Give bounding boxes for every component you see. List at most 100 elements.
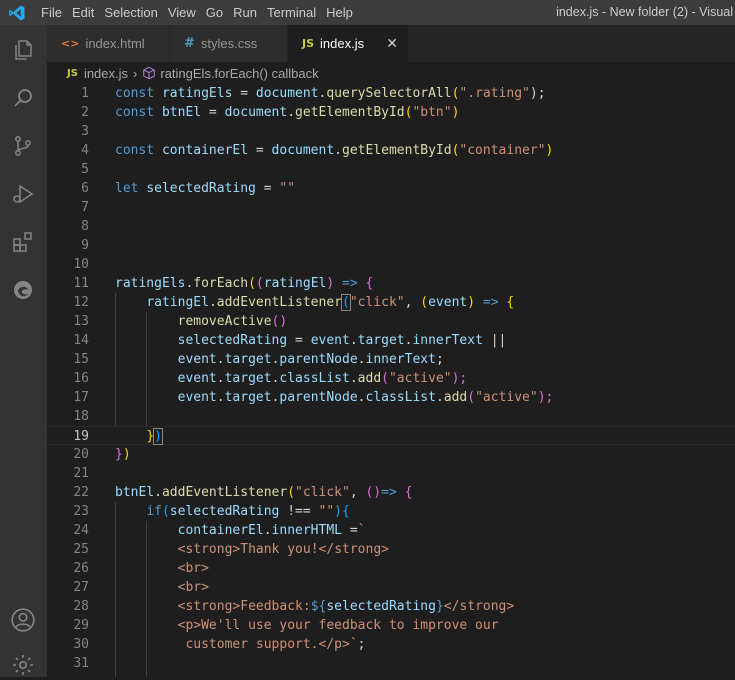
- html-file-icon: <>: [61, 37, 80, 50]
- code-line[interactable]: 7: [47, 198, 735, 217]
- line-number: 6: [81, 181, 89, 196]
- code-line[interactable]: 16 event.target.classList.add("active");: [47, 369, 735, 388]
- code-line[interactable]: 13 removeActive(): [47, 312, 735, 331]
- code-line[interactable]: 20}): [47, 445, 735, 464]
- tab-styles-css[interactable]: # styles.css: [170, 25, 288, 62]
- code-line[interactable]: 25 <strong>Thank you!</strong>: [47, 540, 735, 559]
- menu-edit[interactable]: Edit: [67, 5, 99, 20]
- title-bar: File Edit Selection View Go Run Terminal…: [0, 0, 735, 25]
- code-text: event.target.parentNode.innerText;: [177, 352, 444, 367]
- code-line[interactable]: 4 const containerEl = document.getElement…: [47, 141, 735, 160]
- line-number: 7: [81, 200, 89, 215]
- code-line[interactable]: 24 containerEl.innerHTML =`: [47, 521, 735, 540]
- explorer-icon[interactable]: [8, 35, 38, 65]
- menu-terminal[interactable]: Terminal: [262, 5, 321, 20]
- code-text: <strong>Thank you!</strong>: [177, 542, 389, 557]
- line-number: 17: [73, 390, 89, 405]
- code-text: const ratingEls = document.querySelector…: [115, 86, 546, 101]
- code-line[interactable]: 9: [47, 236, 735, 255]
- line-number: 13: [73, 314, 89, 329]
- code-editor[interactable]: 1 const ratingEls = document.querySelecto…: [47, 84, 735, 677]
- line-number: 4: [81, 143, 89, 158]
- line-number: 14: [73, 333, 89, 348]
- line-number: 22: [73, 485, 89, 500]
- code-text: <strong>Feedback:${selectedRating}</stro…: [177, 599, 515, 614]
- search-icon[interactable]: [8, 83, 38, 113]
- line-number: 28: [73, 599, 89, 614]
- line-number: 3: [81, 124, 89, 139]
- editor-tabs: <> index.html # styles.css JS index.js ✕: [47, 25, 735, 62]
- code-text: <p>We'll use your feedback to improve ou…: [177, 618, 499, 633]
- code-line[interactable]: 5: [47, 160, 735, 179]
- tab-index-html[interactable]: <> index.html: [47, 25, 170, 62]
- menu-run[interactable]: Run: [228, 5, 262, 20]
- tab-index-js[interactable]: JS index.js ✕: [288, 25, 409, 62]
- code-line[interactable]: 28 <strong>Feedback:${selectedRating}</s…: [47, 597, 735, 616]
- line-number: 10: [73, 257, 89, 272]
- line-number: 29: [73, 618, 89, 633]
- menu-file[interactable]: File: [36, 5, 67, 20]
- code-line[interactable]: 6 let selectedRating = "": [47, 179, 735, 198]
- edge-devtools-icon[interactable]: [8, 275, 38, 305]
- breadcrumb-file[interactable]: index.js: [84, 66, 128, 81]
- code-line[interactable]: 8: [47, 217, 735, 236]
- code-line[interactable]: 2 const btnEl = document.getElementById("…: [47, 103, 735, 122]
- code-line[interactable]: 12 ratingEl.addEventListener("click", (e…: [47, 293, 735, 312]
- code-text: ratingEl.addEventListener("click", (even…: [146, 294, 515, 311]
- line-number: 16: [73, 371, 89, 386]
- code-line[interactable]: 14 selectedRating = event.target.innerTe…: [47, 331, 735, 350]
- code-text: containerEl.innerHTML =`: [177, 523, 366, 538]
- code-line[interactable]: 11 ratingEls.forEach((ratingEl) => {: [47, 274, 735, 293]
- extensions-icon[interactable]: [8, 227, 38, 257]
- line-number: 2: [81, 105, 89, 120]
- line-number: 24: [73, 523, 89, 538]
- code-line[interactable]: 1 const ratingEls = document.querySelecto…: [47, 84, 735, 103]
- code-line[interactable]: 31: [47, 654, 735, 673]
- code-line[interactable]: 3: [47, 122, 735, 141]
- line-number: 19: [73, 429, 89, 444]
- code-line[interactable]: 17 event.target.parentNode.classList.add…: [47, 388, 735, 407]
- line-number: 25: [73, 542, 89, 557]
- menu-help[interactable]: Help: [321, 5, 358, 20]
- code-line[interactable]: 30 customer support.</p>`;: [47, 635, 735, 654]
- breadcrumb-symbol[interactable]: ratingEls.forEach() callback: [160, 66, 318, 81]
- breadcrumb: JS index.js › ratingEls.forEach() callba…: [47, 62, 735, 84]
- method-cube-icon: [143, 66, 156, 80]
- code-line[interactable]: 22 btnEl.addEventListener("click", ()=> {: [47, 483, 735, 502]
- line-number: 26: [73, 561, 89, 576]
- line-number: 1: [81, 86, 89, 101]
- code-line[interactable]: 21: [47, 464, 735, 483]
- menu-selection[interactable]: Selection: [99, 5, 162, 20]
- activity-bar: [0, 25, 47, 677]
- js-file-icon: JS: [302, 37, 315, 50]
- close-icon[interactable]: ✕: [386, 35, 398, 52]
- menu-bar: File Edit Selection View Go Run Terminal…: [36, 0, 358, 25]
- code-line-current[interactable]: 19 }): [47, 426, 735, 445]
- code-text: const containerEl = document.getElementB…: [115, 143, 554, 158]
- tab-label: styles.css: [200, 36, 258, 51]
- source-control-icon[interactable]: [8, 131, 38, 161]
- code-text: }): [115, 447, 131, 462]
- line-number: 30: [73, 637, 89, 652]
- line-number: 18: [73, 409, 89, 424]
- code-line[interactable]: 18: [47, 407, 735, 426]
- code-line[interactable]: 23 if(selectedRating !== ""){: [47, 502, 735, 521]
- line-number: 21: [73, 466, 89, 481]
- code-line[interactable]: 26 <br>: [47, 559, 735, 578]
- menu-go[interactable]: Go: [201, 5, 228, 20]
- code-line[interactable]: 10: [47, 255, 735, 274]
- account-icon[interactable]: [8, 605, 38, 635]
- settings-gear-icon[interactable]: [8, 650, 38, 680]
- code-line[interactable]: 27 <br>: [47, 578, 735, 597]
- line-number: 5: [81, 162, 89, 177]
- code-text: event.target.parentNode.classList.add("a…: [177, 390, 554, 405]
- run-debug-icon[interactable]: [8, 179, 38, 209]
- menu-view[interactable]: View: [163, 5, 201, 20]
- tab-label: index.html: [85, 36, 145, 51]
- code-text: if(selectedRating !== ""){: [146, 504, 350, 519]
- vscode-logo-icon[interactable]: [8, 4, 26, 22]
- code-text: <br>: [177, 580, 209, 595]
- line-number: 15: [73, 352, 89, 367]
- code-line[interactable]: 29 <p>We'll use your feedback to improve…: [47, 616, 735, 635]
- code-line[interactable]: 15 event.target.parentNode.innerText;: [47, 350, 735, 369]
